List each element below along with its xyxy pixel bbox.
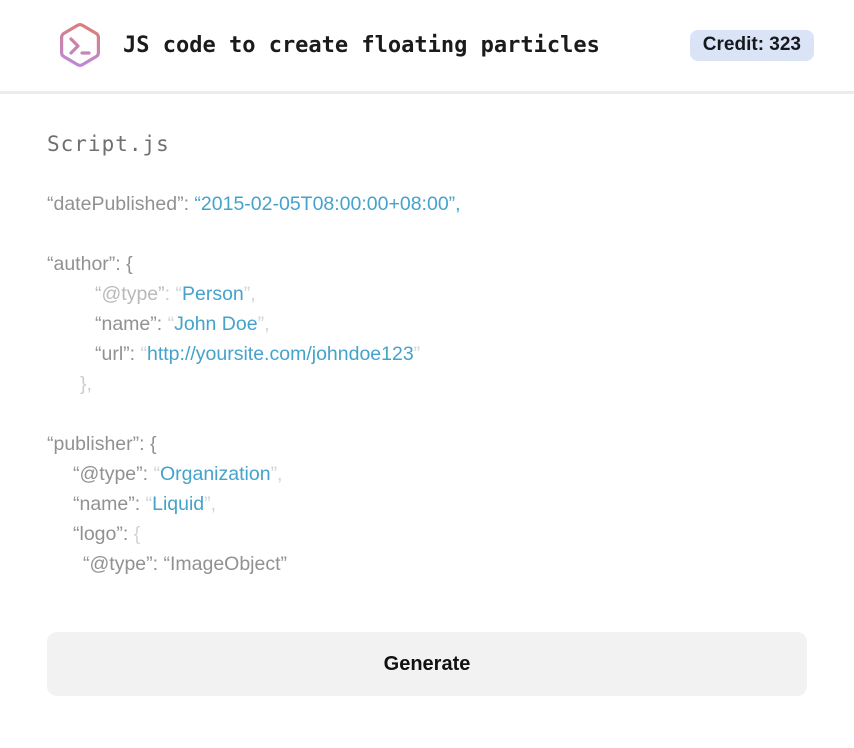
code-token: Liquid	[152, 493, 205, 515]
code-token: http://yoursite.com/johndoe123	[147, 343, 414, 365]
code-token: “name”:	[73, 493, 146, 515]
main-content: Script.js “datePublished”: “2015-02-05T0…	[0, 132, 854, 696]
code-line: },	[47, 369, 807, 399]
code-token: Person	[181, 283, 244, 305]
code-line: “@type”: “ImageObject”	[47, 549, 807, 579]
code-token: “@type”:	[73, 463, 154, 485]
code-line: “datePublished”: “2015-02-05T08:00:00+08…	[47, 189, 807, 219]
code-line: “logo”: {	[47, 519, 807, 549]
code-token: ”	[413, 343, 421, 365]
code-token: ”,	[270, 463, 283, 485]
credit-badge: Credit: 323	[689, 30, 814, 61]
code-line: “name”: “Liquid”,	[47, 489, 807, 519]
code-line: “@type”: “Organization”,	[47, 459, 807, 489]
script-filename: Script.js	[47, 132, 170, 156]
code-token: {	[133, 523, 141, 545]
code-token: “2015-02-05T08:00:00+08:00”,	[194, 193, 461, 215]
code-token: },	[80, 373, 92, 395]
code-line: “url”: “http://yoursite.com/johndoe123”	[47, 339, 807, 369]
code-token: Organization	[159, 463, 271, 485]
terminal-hexagon-icon	[55, 21, 105, 71]
code-line: “author”: {	[47, 249, 807, 279]
code-token: “publisher”: {	[47, 433, 157, 455]
code-token: “@type”	[95, 283, 165, 305]
code-block: “datePublished”: “2015-02-05T08:00:00+08…	[47, 189, 807, 579]
code-token: John Doe	[174, 313, 258, 335]
code-token: “@type”: “ImageObject”	[83, 553, 288, 575]
code-token: ”,	[243, 283, 256, 305]
code-line: “publisher”: {	[47, 429, 807, 459]
code-token: ”,	[204, 493, 217, 515]
code-line: “name”: “John Doe”,	[47, 309, 807, 339]
code-token: “datePublished”:	[47, 193, 195, 215]
code-token: “logo”:	[73, 523, 134, 545]
code-line: “@type”: “Person”,	[47, 279, 807, 309]
code-token: “name”:	[95, 313, 168, 335]
code-token: ”,	[257, 313, 270, 335]
code-token: “url”:	[95, 343, 141, 365]
code-token: :	[164, 283, 176, 305]
code-token: “author”: {	[47, 253, 133, 275]
generate-button[interactable]: Generate	[47, 632, 807, 696]
header: JS code to create floating particles Cre…	[0, 0, 854, 94]
page-title: JS code to create floating particles	[123, 33, 600, 58]
